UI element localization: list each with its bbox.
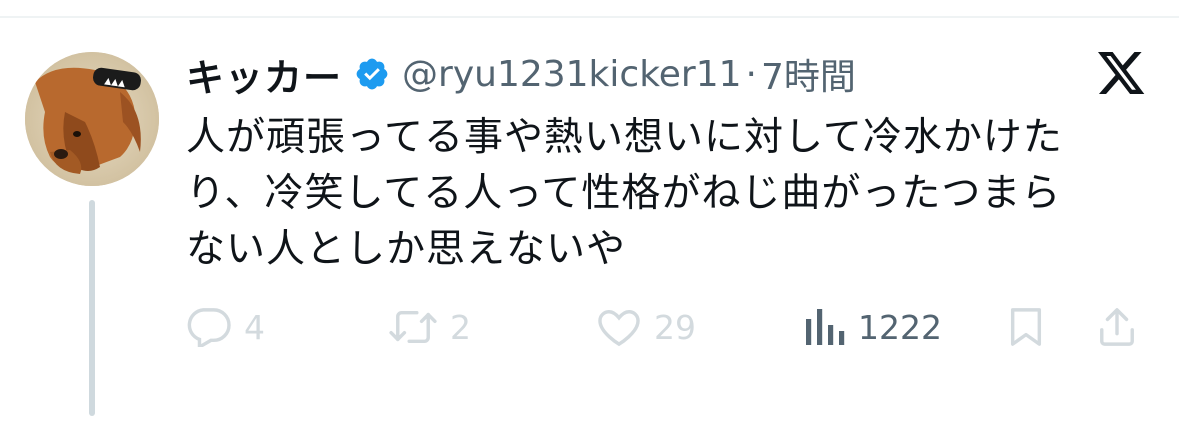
views-button[interactable]: 1222 [804, 302, 942, 352]
reply-icon [187, 308, 231, 347]
timestamp[interactable]: 7時間 [761, 48, 856, 100]
like-button[interactable]: 29 [596, 302, 696, 352]
display-name[interactable]: キッカー [186, 47, 342, 102]
reply-count: 4 [244, 307, 265, 347]
like-count: 29 [654, 307, 696, 347]
tweet-text-line: り、冷笑してる人って性格がねじ曲がったつまら [186, 171, 1062, 216]
repost-icon [389, 311, 437, 343]
handle[interactable]: @ryu1231kicker11 [402, 54, 742, 95]
action-bar: 4 2 29 1222 [186, 302, 1146, 352]
x-logo-icon[interactable] [1098, 52, 1146, 98]
views-count: 1222 [858, 307, 942, 347]
dog-avatar-image: ▲▲▲ [25, 52, 159, 186]
heart-icon [598, 310, 640, 347]
avatar[interactable]: ▲▲▲ [25, 52, 159, 186]
repost-count: 2 [450, 307, 471, 347]
share-icon [1100, 308, 1134, 346]
tweet-text-line: 人が頑張ってる事や熱い想いに対して冷水かけた [186, 115, 1063, 160]
verified-badge-icon[interactable] [354, 56, 390, 92]
tweet-header: キッカー @ryu1231kicker11 · 7時間 [186, 48, 856, 100]
views-chart-icon [806, 309, 845, 345]
tweet-text: 人が頑張ってる事や熱い想いに対して冷水かけた り、冷笑してる人って性格がねじ曲が… [186, 110, 1146, 278]
tweet-text-line: ない人としか思えないや [186, 227, 627, 272]
top-divider [0, 16, 1179, 18]
thread-line [89, 200, 95, 416]
bookmark-button[interactable] [1008, 302, 1044, 352]
reply-button[interactable]: 4 [186, 302, 265, 352]
share-button[interactable] [1098, 302, 1136, 352]
separator-dot: · [745, 53, 757, 95]
bookmark-icon [1010, 308, 1042, 346]
repost-button[interactable]: 2 [388, 302, 471, 352]
